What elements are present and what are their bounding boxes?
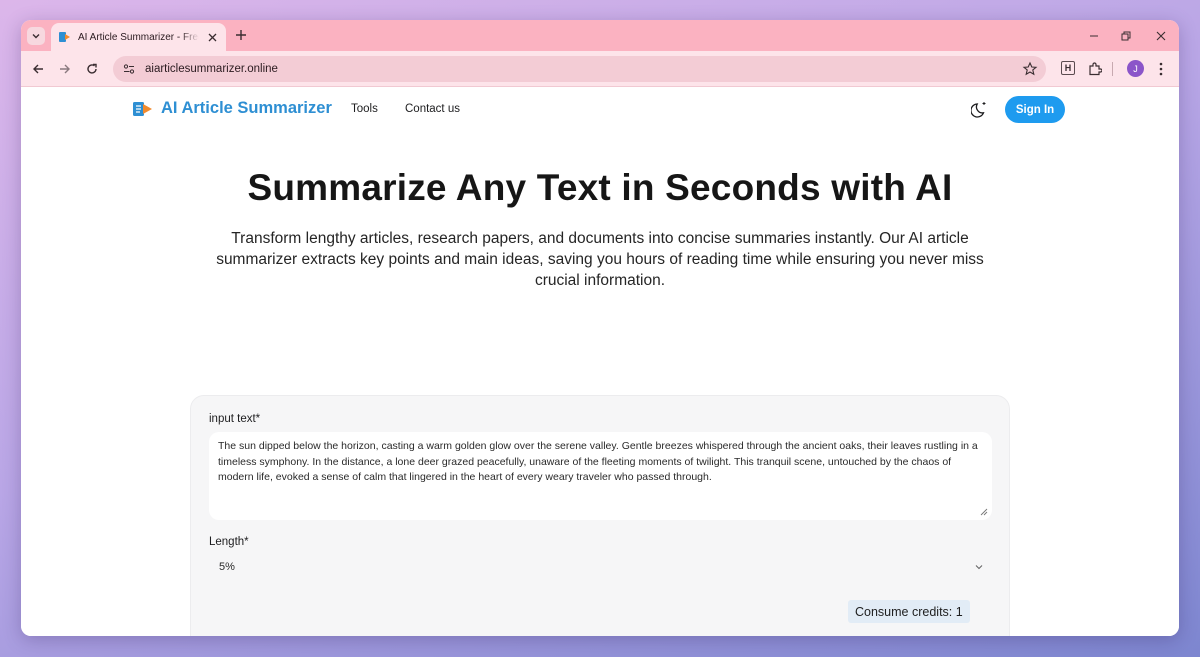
- input-text-value: The sun dipped below the horizon, castin…: [218, 440, 978, 483]
- chevron-down-icon: [975, 565, 983, 570]
- nav-link-tools[interactable]: Tools: [351, 103, 378, 115]
- tab-title: AI Article Summarizer - Free Text Summar…: [78, 31, 199, 43]
- close-window-icon[interactable]: [1154, 29, 1168, 43]
- brand-name: AI Article Summarizer: [161, 99, 332, 117]
- browser-toolbar: aiarticlesummarizer.online H J: [21, 51, 1179, 87]
- toolbar-divider: [1112, 62, 1113, 76]
- brand-logo-link[interactable]: AI Article Summarizer: [133, 99, 332, 118]
- input-text-label: input text*: [209, 413, 261, 425]
- page-title: Summarize Any Text in Seconds with AI: [247, 167, 953, 208]
- browser-tab[interactable]: AI Article Summarizer - Free Text Summar…: [51, 23, 226, 51]
- bookmark-star-icon[interactable]: [1022, 61, 1038, 77]
- sign-in-button[interactable]: Sign In: [1005, 96, 1065, 123]
- url-text: aiarticlesummarizer.online: [145, 63, 278, 75]
- length-select-value: 5%: [219, 561, 235, 573]
- tab-strip: AI Article Summarizer - Free Text Summar…: [21, 20, 1179, 51]
- page-content: AI Article Summarizer Tools Contact us S…: [21, 87, 1179, 636]
- chevron-down-icon: [32, 34, 40, 39]
- hero-subtitle: Transform lengthy articles, research pap…: [216, 230, 984, 289]
- moon-theme-icon[interactable]: [971, 100, 989, 118]
- close-tab-icon[interactable]: [206, 31, 218, 43]
- restore-icon[interactable]: [1119, 29, 1133, 43]
- summarizer-form-card: input text* The sun dipped below the hor…: [190, 395, 1010, 636]
- reload-icon[interactable]: [84, 61, 100, 77]
- browser-window: AI Article Summarizer - Free Text Summar…: [21, 20, 1179, 636]
- extension-h-icon[interactable]: H: [1061, 61, 1075, 75]
- tab-search-button[interactable]: [27, 27, 45, 45]
- extensions-puzzle-icon[interactable]: [1087, 61, 1103, 77]
- length-select[interactable]: 5%: [209, 556, 992, 578]
- minimize-icon[interactable]: [1087, 29, 1101, 43]
- profile-avatar[interactable]: J: [1127, 60, 1144, 77]
- forward-arrow-icon[interactable]: [57, 61, 73, 77]
- credits-badge: Consume credits: 1: [848, 600, 970, 623]
- site-favicon-icon: [59, 32, 70, 42]
- site-info-icon[interactable]: [121, 61, 137, 77]
- new-tab-plus-icon[interactable]: [234, 28, 248, 42]
- site-navbar: AI Article Summarizer Tools Contact us S…: [21, 87, 1179, 133]
- length-label: Length*: [209, 536, 249, 548]
- address-bar[interactable]: aiarticlesummarizer.online: [113, 56, 1046, 82]
- back-arrow-icon[interactable]: [30, 61, 46, 77]
- resize-handle-icon[interactable]: [980, 508, 988, 516]
- logo-icon: [133, 101, 152, 116]
- more-menu-icon[interactable]: [1153, 61, 1169, 77]
- input-text-area[interactable]: The sun dipped below the horizon, castin…: [209, 432, 992, 520]
- nav-link-contact[interactable]: Contact us: [405, 103, 460, 115]
